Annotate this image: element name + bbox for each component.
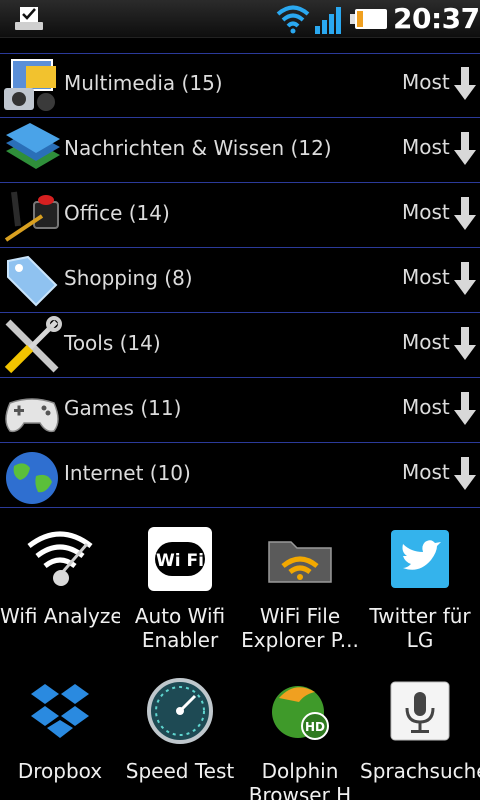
multimedia-icon [4, 59, 56, 111]
sort-arrow-down-icon[interactable] [454, 457, 476, 491]
app-speed-test[interactable]: Speed Test [120, 676, 240, 800]
category-row-multimedia[interactable]: Multimedia (15) Most [0, 53, 480, 118]
sort-label[interactable]: Most [402, 200, 450, 224]
status-bar: 20:37 [0, 0, 480, 38]
category-label: Nachrichten & Wissen (12) [64, 136, 332, 160]
dolphin-icon: HD [272, 686, 329, 740]
wifi-badge-icon: Wi Fi [148, 527, 212, 591]
app-dolphin-browser[interactable]: HD Dolphin Browser H [240, 676, 360, 800]
speedometer-icon [147, 678, 213, 744]
category-list: Multimedia (15) Most Nachrichten & Wisse… [0, 53, 480, 508]
category-row-tools[interactable]: Tools (14) Most [0, 313, 480, 378]
category-label: Office (14) [64, 201, 170, 225]
category-row-shopping[interactable]: Shopping (8) Most [0, 248, 480, 313]
sort-label[interactable]: Most [402, 395, 450, 419]
notification-check-icon[interactable] [12, 4, 46, 34]
dropbox-icon [31, 684, 89, 738]
signal-icon [315, 7, 341, 34]
category-label: Games (11) [64, 396, 182, 420]
app-label: Sprachsuche [360, 759, 480, 783]
app-auto-wifi-enabler[interactable]: Wi Fi Auto Wifi Enabler [120, 520, 240, 660]
tools-icon [4, 316, 62, 374]
books-icon [6, 123, 60, 169]
sort-arrow-down-icon[interactable] [454, 132, 476, 166]
wifi-icon [276, 5, 310, 34]
app-label: Speed Test [125, 759, 235, 783]
category-label: Multimedia (15) [64, 71, 223, 95]
app-wifi-file-explorer[interactable]: WiFi File Explorer P... [240, 520, 360, 660]
category-row-nachrichten[interactable]: Nachrichten & Wissen (12) Most [0, 118, 480, 183]
sort-arrow-down-icon[interactable] [454, 67, 476, 101]
app-dropbox[interactable]: Dropbox [0, 676, 120, 800]
tag-icon [7, 255, 58, 307]
battery-icon [350, 9, 387, 29]
svg-text:Wi Fi: Wi Fi [156, 551, 204, 571]
app-label: Twitter für LG [369, 604, 471, 652]
category-label: Internet (10) [64, 461, 191, 485]
sort-arrow-down-icon[interactable] [454, 327, 476, 361]
gamepad-icon [5, 398, 59, 433]
category-row-internet[interactable]: Internet (10) Most [0, 443, 480, 508]
wifi-folder-icon [268, 541, 332, 583]
app-label: Dropbox [17, 759, 103, 783]
sort-label[interactable]: Most [402, 330, 450, 354]
category-label: Shopping (8) [64, 266, 193, 290]
sort-label[interactable]: Most [402, 70, 450, 94]
app-label: WiFi File Explorer P... [241, 604, 359, 652]
category-row-office[interactable]: Office (14) Most [0, 183, 480, 248]
category-row-games[interactable]: Games (11) Most [0, 378, 480, 443]
office-icon [4, 191, 59, 242]
app-label: Wifi Analyzer [0, 604, 120, 628]
app-twitter[interactable]: Twitter für LG [360, 520, 480, 660]
app-wifi-analyzer[interactable]: Wifi Analyzer [0, 520, 120, 660]
sort-label[interactable]: Most [402, 265, 450, 289]
globe-icon [6, 452, 58, 504]
sort-label[interactable]: Most [402, 460, 450, 484]
clock: 20:37 [393, 2, 480, 35]
microphone-icon [390, 681, 450, 741]
sort-arrow-down-icon[interactable] [454, 197, 476, 231]
app-sprachsuche[interactable]: Sprachsuche [360, 676, 480, 800]
twitter-bird-icon [391, 530, 449, 588]
sort-label[interactable]: Most [402, 135, 450, 159]
sort-arrow-down-icon[interactable] [454, 392, 476, 426]
svg-text:HD: HD [305, 720, 325, 734]
sort-arrow-down-icon[interactable] [454, 262, 476, 296]
wifi-analyzer-icon [27, 531, 93, 586]
category-label: Tools (14) [64, 331, 161, 355]
app-label: Auto Wifi Enabler [134, 604, 226, 652]
app-label: Dolphin Browser H [248, 759, 352, 800]
